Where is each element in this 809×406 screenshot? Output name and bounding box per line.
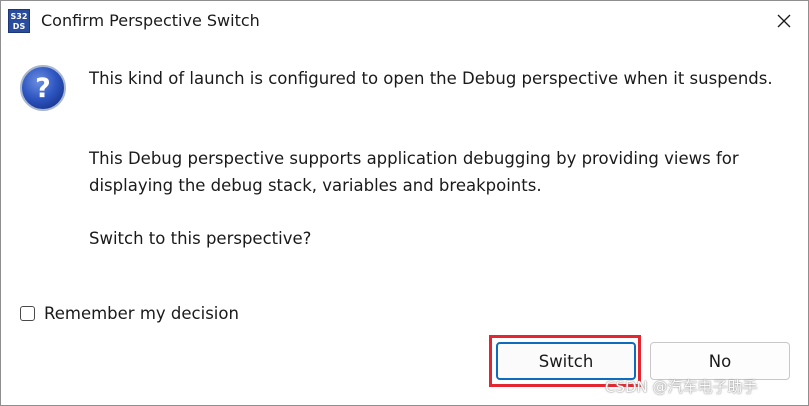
app-icon-line-2: DS bbox=[12, 22, 26, 31]
app-icon-line-1: S32 bbox=[10, 12, 28, 21]
title-bar[interactable]: S32 DS Confirm Perspective Switch bbox=[1, 1, 808, 41]
window-title: Confirm Perspective Switch bbox=[41, 11, 260, 30]
close-icon bbox=[777, 14, 791, 28]
question-icon: ? bbox=[20, 65, 66, 111]
svg-text:?: ? bbox=[35, 73, 51, 104]
s32ds-app-icon: S32 DS bbox=[8, 9, 30, 33]
no-button[interactable]: No bbox=[650, 342, 790, 380]
message-perspective-description: This Debug perspective supports applicat… bbox=[89, 149, 739, 195]
remember-decision-checkbox[interactable]: Remember my decision bbox=[20, 301, 239, 325]
dialog-content: ? This kind of launch is configured to o… bbox=[1, 41, 808, 405]
watermark: CSDN @汽车电子助手 bbox=[605, 378, 758, 396]
remember-decision-label[interactable]: Remember my decision bbox=[44, 304, 239, 323]
checkbox-box[interactable] bbox=[20, 305, 35, 321]
message-launch-config: This kind of launch is configured to ope… bbox=[89, 69, 773, 88]
switch-button[interactable]: Switch bbox=[496, 342, 636, 380]
message-switch-question: Switch to this perspective? bbox=[89, 229, 312, 248]
dialog-window: S32 DS Confirm Perspective Switch ? This… bbox=[0, 0, 809, 406]
close-button[interactable] bbox=[763, 3, 805, 39]
